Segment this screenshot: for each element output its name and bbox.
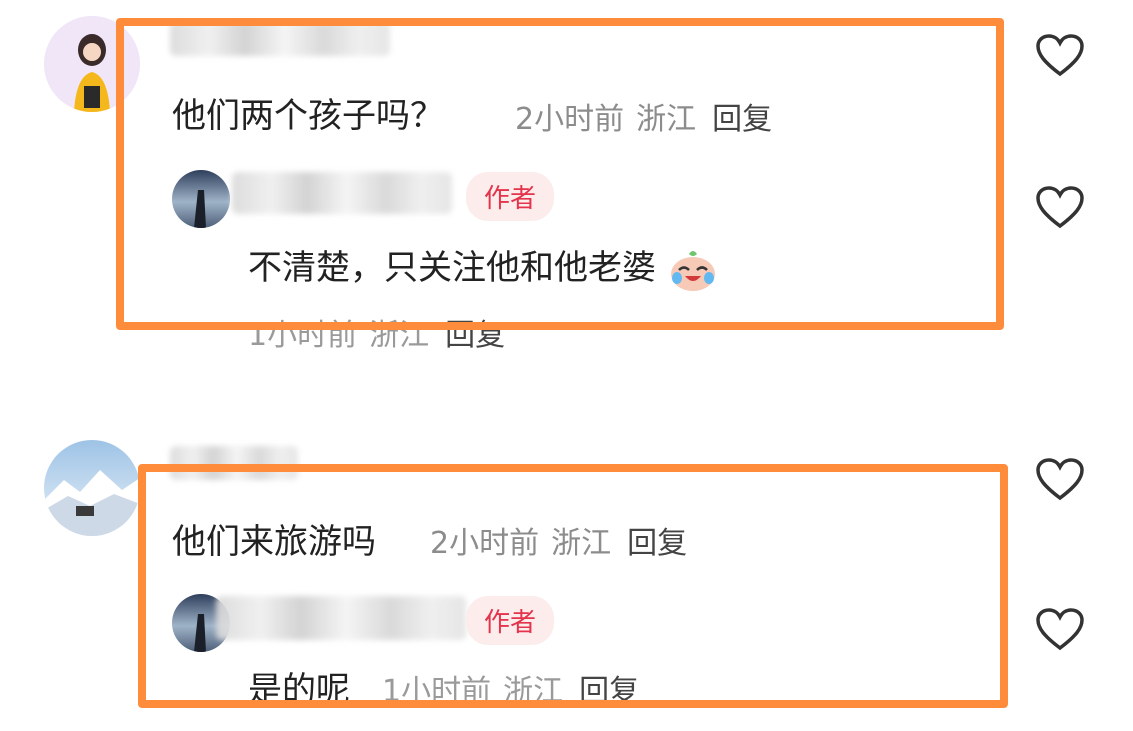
heart-outline-icon[interactable]: [1034, 32, 1086, 78]
highlight-box: [116, 18, 1004, 330]
heart-outline-icon[interactable]: [1034, 606, 1086, 652]
commenter-avatar[interactable]: [44, 440, 140, 536]
heart-outline-icon[interactable]: [1034, 456, 1086, 502]
heart-outline-icon[interactable]: [1034, 184, 1086, 230]
highlight-box: [138, 464, 1008, 708]
